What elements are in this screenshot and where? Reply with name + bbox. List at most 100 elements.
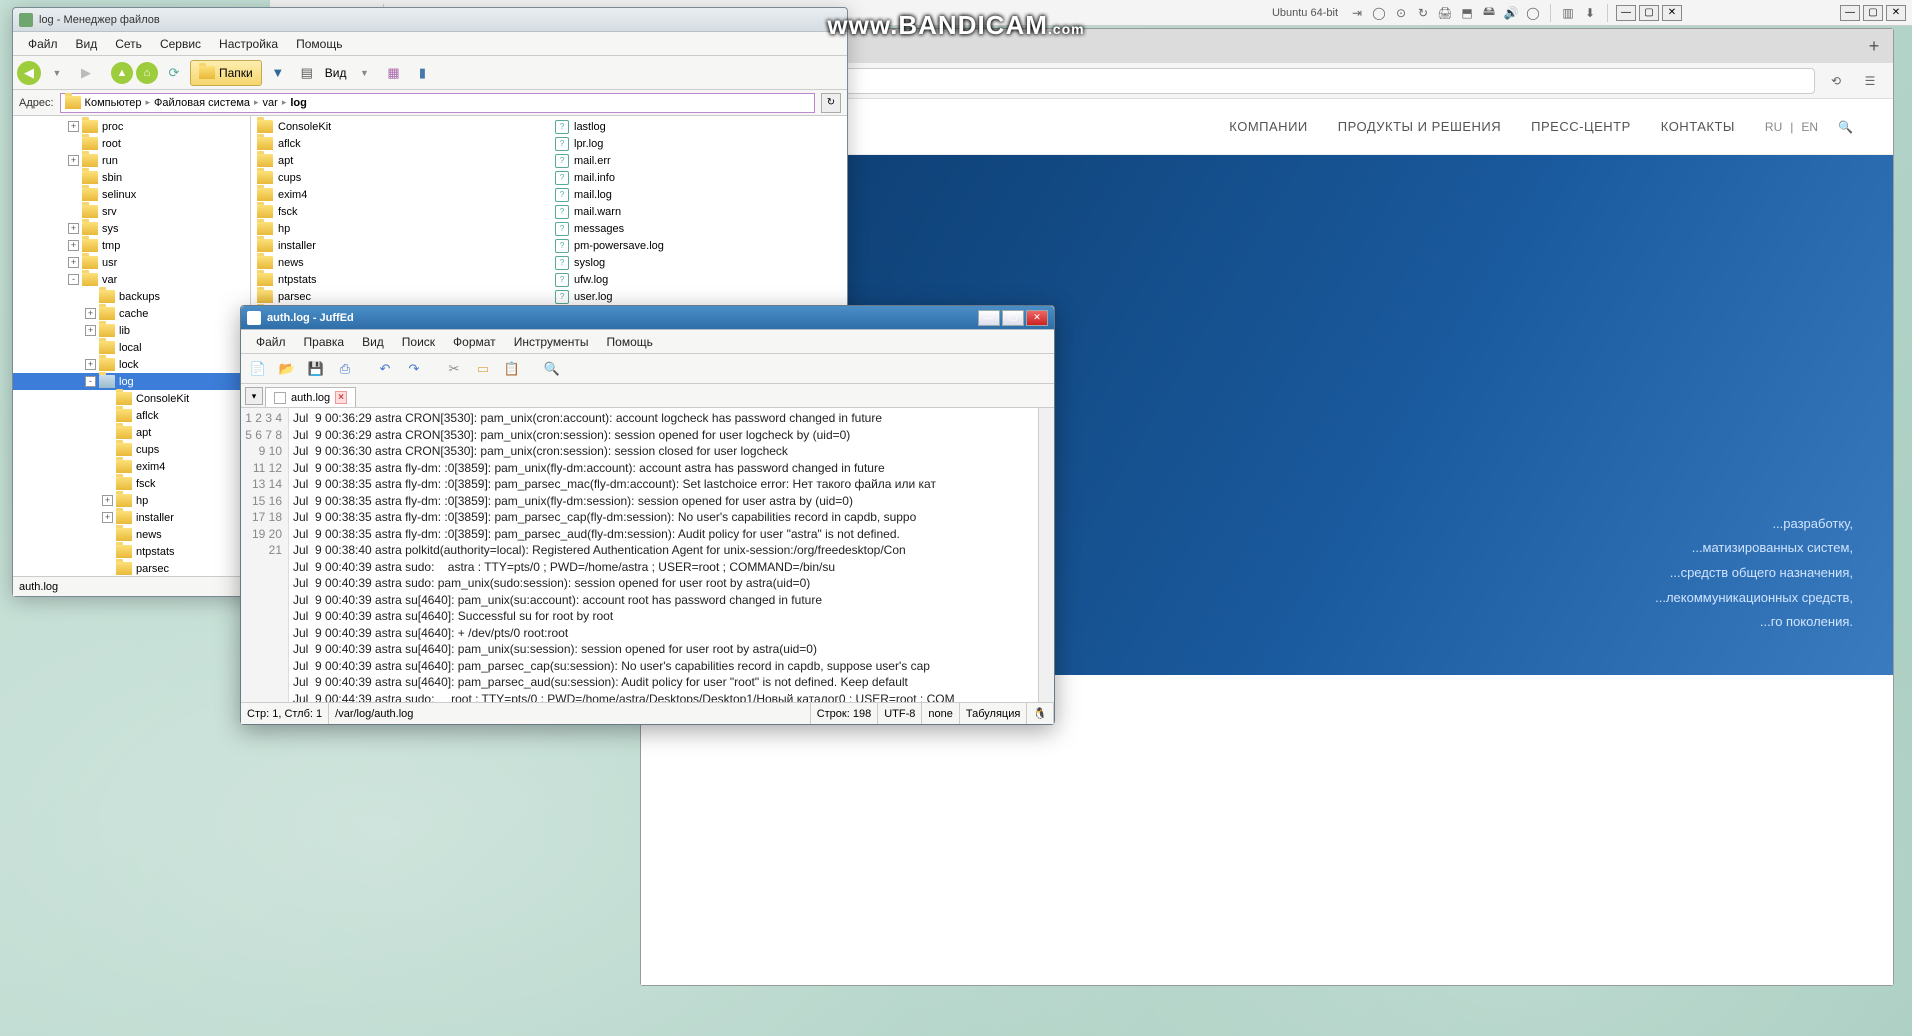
file-item[interactable]: ?mail.warn: [553, 203, 843, 220]
file-item[interactable]: fsck: [255, 203, 545, 220]
scrollbar[interactable]: [1038, 408, 1054, 702]
file-item[interactable]: ?syslog: [553, 254, 843, 271]
device-icon-5[interactable]: 🖨: [1436, 4, 1454, 22]
menu-item[interactable]: Сеть: [106, 34, 151, 54]
nav-link[interactable]: ПРЕСС-ЦЕНТР: [1531, 119, 1631, 134]
tree-item[interactable]: +lib: [13, 322, 250, 339]
file-item[interactable]: hp: [255, 220, 545, 237]
home-button[interactable]: ⌂: [136, 62, 158, 84]
tree-item[interactable]: local: [13, 339, 250, 356]
tool-icon-2[interactable]: ▮: [409, 60, 435, 86]
hamburger-icon[interactable]: ☰: [1857, 68, 1883, 94]
tree-item[interactable]: +run: [13, 152, 250, 169]
paste-icon[interactable]: 📋: [499, 356, 525, 382]
new-file-icon[interactable]: 📄: [245, 356, 271, 382]
device-icon-3[interactable]: ⊙: [1392, 4, 1410, 22]
tree-item[interactable]: srv: [13, 203, 250, 220]
search-icon[interactable]: 🔍: [1838, 120, 1853, 134]
menu-item[interactable]: Вид: [67, 34, 107, 54]
menu-item[interactable]: Поиск: [393, 332, 444, 352]
file-item[interactable]: ?mail.err: [553, 152, 843, 169]
tree-item[interactable]: +usr: [13, 254, 250, 271]
refresh-button[interactable]: ⟳: [161, 60, 187, 86]
go-button[interactable]: ↻: [821, 93, 841, 113]
tab-list-dropdown[interactable]: ▾: [245, 387, 263, 405]
status-tabs[interactable]: Табуляция: [960, 703, 1027, 724]
copy-icon[interactable]: ▭: [470, 356, 496, 382]
file-item[interactable]: exim4: [255, 186, 545, 203]
tree-item[interactable]: +hp: [13, 492, 250, 509]
save-all-icon[interactable]: ⎙: [332, 356, 358, 382]
tree-item[interactable]: apt: [13, 424, 250, 441]
device-icon-8[interactable]: 🔊: [1502, 4, 1520, 22]
file-item[interactable]: installer: [255, 237, 545, 254]
folder-tree[interactable]: +procroot+runsbinselinuxsrv+sys+tmp+usr-…: [13, 116, 251, 576]
nav-link[interactable]: ПРОДУКТЫ И РЕШЕНИЯ: [1338, 119, 1501, 134]
file-item[interactable]: ?mail.log: [553, 186, 843, 203]
file-item[interactable]: ntpstats: [255, 271, 545, 288]
view-label[interactable]: Вид: [323, 66, 349, 80]
lang-en[interactable]: EN: [1801, 120, 1818, 134]
tree-item[interactable]: exim4: [13, 458, 250, 475]
file-item[interactable]: ?ufw.log: [553, 271, 843, 288]
tree-item[interactable]: +sys: [13, 220, 250, 237]
nav-link[interactable]: КОНТАКТЫ: [1661, 119, 1735, 134]
tree-item[interactable]: parsec: [13, 560, 250, 576]
open-file-icon[interactable]: 📂: [274, 356, 300, 382]
tree-item[interactable]: fsck: [13, 475, 250, 492]
file-item[interactable]: aflck: [255, 135, 545, 152]
tree-item[interactable]: sbin: [13, 169, 250, 186]
device-icon-4[interactable]: ↻: [1414, 4, 1432, 22]
back-dropdown-icon[interactable]: ▼: [44, 60, 70, 86]
filter-icon[interactable]: ▼: [265, 60, 291, 86]
cut-icon[interactable]: ✂: [441, 356, 467, 382]
device-icon-6[interactable]: ⬒: [1458, 4, 1476, 22]
outer-max-button[interactable]: ▢: [1863, 5, 1883, 21]
menu-item[interactable]: Помощь: [598, 332, 662, 352]
tab-close-icon[interactable]: ×: [335, 391, 347, 404]
view-icon[interactable]: ▤: [294, 60, 320, 86]
ed-tab[interactable]: auth.log ×: [265, 387, 356, 407]
menu-item[interactable]: Сервис: [151, 34, 210, 54]
tree-item[interactable]: news: [13, 526, 250, 543]
tree-item[interactable]: -log: [13, 373, 250, 390]
save-icon[interactable]: 💾: [303, 356, 329, 382]
menu-item[interactable]: Вид: [353, 332, 393, 352]
new-tab-button[interactable]: +: [1861, 33, 1887, 59]
file-item[interactable]: cups: [255, 169, 545, 186]
status-encoding[interactable]: UTF-8: [878, 703, 922, 724]
forward-button[interactable]: ▶: [73, 60, 99, 86]
status-eol[interactable]: none: [922, 703, 959, 724]
inner-min-button[interactable]: —: [1616, 5, 1636, 21]
menu-item[interactable]: Помощь: [287, 34, 351, 54]
file-item[interactable]: ?messages: [553, 220, 843, 237]
device-icon-7[interactable]: 🖴: [1480, 4, 1498, 22]
file-item[interactable]: ?mail.info: [553, 169, 843, 186]
ed-close-button[interactable]: ✕: [1026, 310, 1048, 326]
nav-link[interactable]: КОМПАНИИ: [1229, 119, 1307, 134]
tree-item[interactable]: +cache: [13, 305, 250, 322]
outer-close-button[interactable]: ✕: [1886, 5, 1906, 21]
view-dropdown-icon[interactable]: ▼: [351, 60, 377, 86]
crumb-current[interactable]: log: [290, 97, 307, 109]
tree-item[interactable]: cups: [13, 441, 250, 458]
menu-item[interactable]: Правка: [295, 332, 354, 352]
code-area[interactable]: Jul 9 00:36:29 astra CRON[3530]: pam_uni…: [289, 408, 1038, 702]
file-item[interactable]: ConsoleKit: [255, 118, 545, 135]
folders-toggle[interactable]: Папки: [190, 60, 262, 86]
tree-item[interactable]: selinux: [13, 186, 250, 203]
tool-icon-1[interactable]: ▦: [380, 60, 406, 86]
tree-item[interactable]: backups: [13, 288, 250, 305]
menu-item[interactable]: Настройка: [210, 34, 287, 54]
tree-item[interactable]: +installer: [13, 509, 250, 526]
file-item[interactable]: apt: [255, 152, 545, 169]
file-item[interactable]: ?user.log: [553, 288, 843, 305]
device-icon-11[interactable]: ⬇: [1581, 4, 1599, 22]
device-icon-1[interactable]: ⇥: [1348, 4, 1366, 22]
tree-item[interactable]: ntpstats: [13, 543, 250, 560]
undo-icon[interactable]: ↶: [372, 356, 398, 382]
crumb[interactable]: Файловая система: [154, 97, 250, 109]
file-item[interactable]: news: [255, 254, 545, 271]
outer-min-button[interactable]: —: [1840, 5, 1860, 21]
crumb[interactable]: Компьютер: [85, 97, 142, 109]
